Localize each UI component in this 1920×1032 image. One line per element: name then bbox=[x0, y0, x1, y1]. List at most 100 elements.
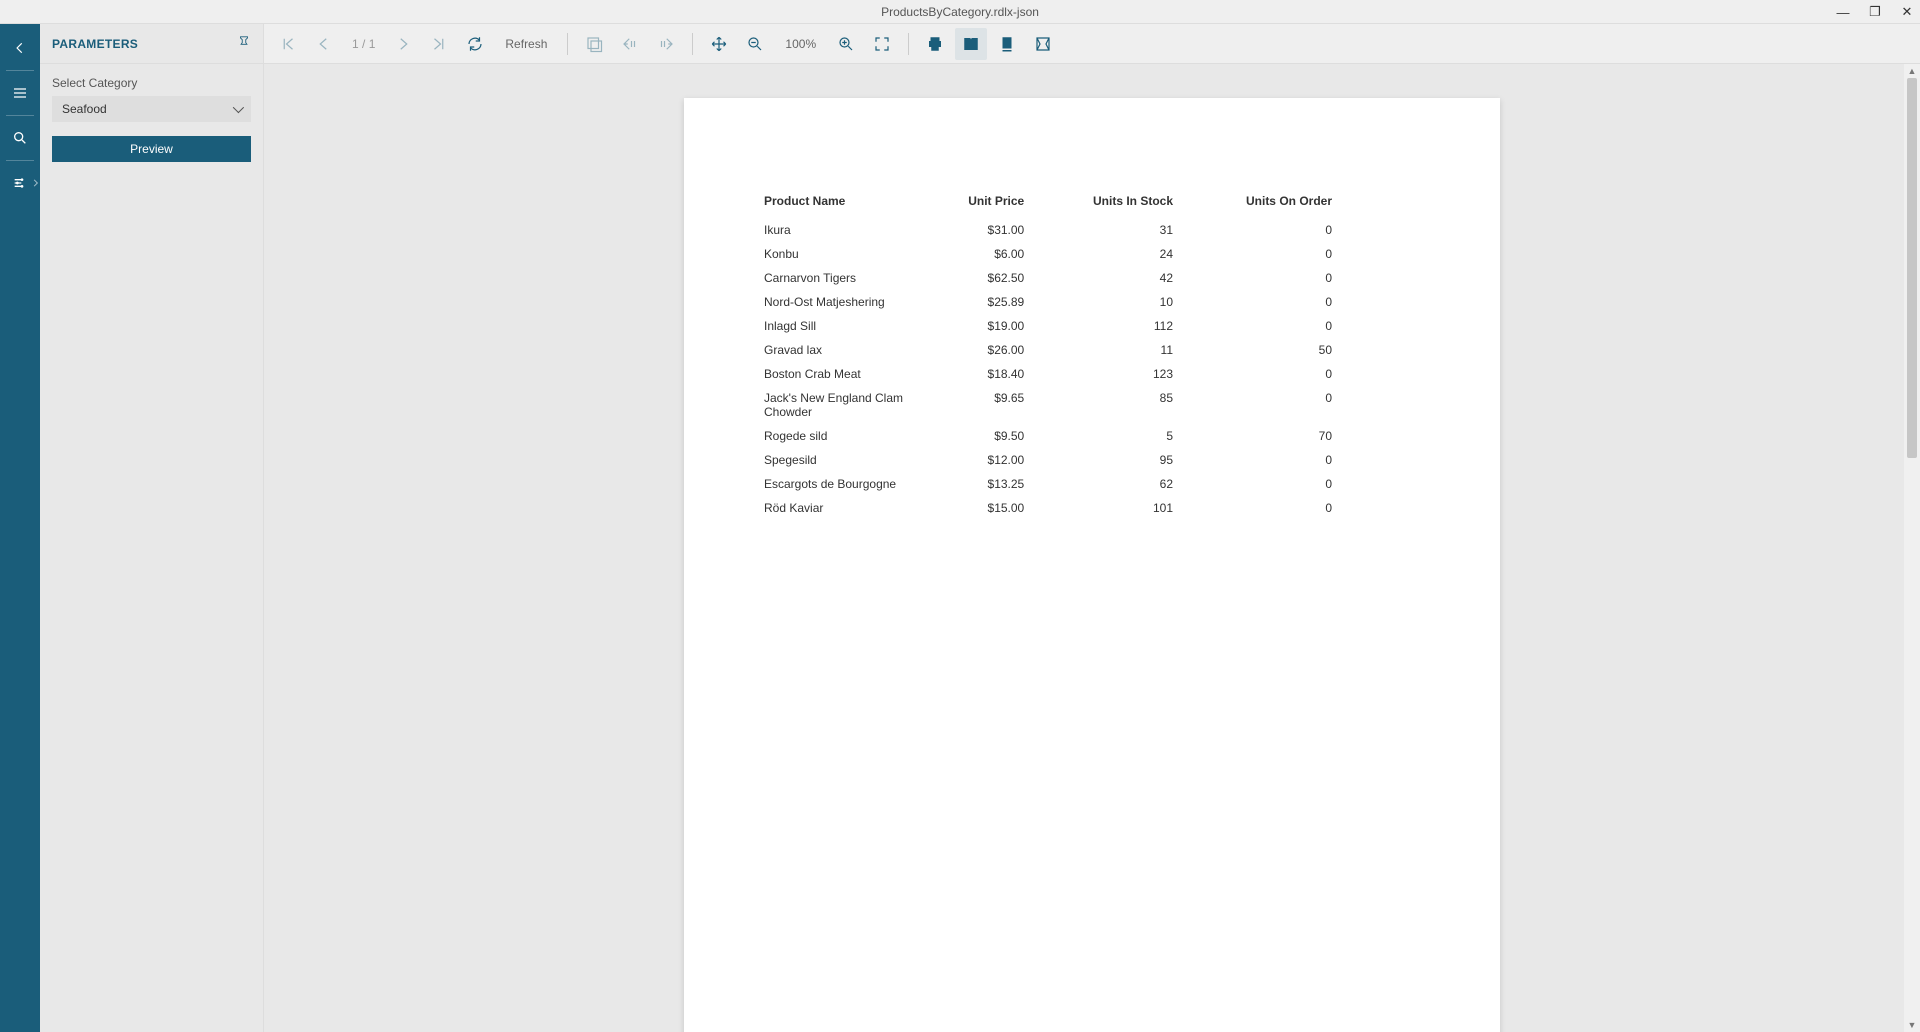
cell-units-on-order: 0 bbox=[1177, 314, 1336, 338]
cell-product-name: Ikura bbox=[760, 218, 920, 242]
cell-units-on-order: 0 bbox=[1177, 290, 1336, 314]
window-title: ProductsByCategory.rdlx-json bbox=[881, 5, 1039, 19]
col-units-on-order: Units On Order bbox=[1177, 188, 1336, 218]
close-button[interactable]: ✕ bbox=[1900, 4, 1914, 20]
cell-units-on-order: 0 bbox=[1177, 266, 1336, 290]
zoom-level: 100% bbox=[775, 37, 826, 51]
table-row: Escargots de Bourgogne$13.25620 bbox=[760, 472, 1336, 496]
cell-units-in-stock: 5 bbox=[1028, 424, 1177, 448]
cell-unit-price: $25.89 bbox=[920, 290, 1028, 314]
cell-product-name: Röd Kaviar bbox=[760, 496, 920, 520]
panel-header: PARAMETERS bbox=[40, 24, 263, 64]
table-row: Spegesild$12.00950 bbox=[760, 448, 1336, 472]
zoom-out-button[interactable] bbox=[739, 28, 771, 60]
table-header-row: Product Name Unit Price Units In Stock U… bbox=[760, 188, 1336, 218]
separator bbox=[567, 33, 568, 55]
fullscreen-button[interactable] bbox=[866, 28, 898, 60]
viewer-toolbar: 1 / 1 Refresh bbox=[264, 24, 1920, 64]
page-indicator: 1 / 1 bbox=[344, 37, 383, 51]
first-page-button[interactable] bbox=[272, 28, 304, 60]
cell-product-name: Carnarvon Tigers bbox=[760, 266, 920, 290]
cell-units-in-stock: 11 bbox=[1028, 338, 1177, 362]
settings-icon[interactable] bbox=[0, 163, 40, 203]
table-row: Jack's New England Clam Chowder$9.65850 bbox=[760, 386, 1336, 424]
parameters-panel: PARAMETERS Select Category Seafood Previ… bbox=[40, 24, 264, 1032]
continuous-view-button[interactable] bbox=[991, 28, 1023, 60]
cell-units-in-stock: 42 bbox=[1028, 266, 1177, 290]
scroll-thumb[interactable] bbox=[1907, 78, 1917, 458]
report-viewer-area[interactable]: Product Name Unit Price Units In Stock U… bbox=[264, 64, 1920, 1032]
col-units-in-stock: Units In Stock bbox=[1028, 188, 1177, 218]
cell-units-in-stock: 10 bbox=[1028, 290, 1177, 314]
cell-product-name: Jack's New England Clam Chowder bbox=[760, 386, 920, 424]
table-row: Ikura$31.00310 bbox=[760, 218, 1336, 242]
cell-units-in-stock: 31 bbox=[1028, 218, 1177, 242]
cell-units-in-stock: 112 bbox=[1028, 314, 1177, 338]
panel-title: PARAMETERS bbox=[52, 37, 138, 51]
print-button[interactable] bbox=[919, 28, 951, 60]
separator bbox=[908, 33, 909, 55]
cell-product-name: Gravad lax bbox=[760, 338, 920, 362]
chevron-down-icon bbox=[233, 102, 244, 113]
cell-units-in-stock: 85 bbox=[1028, 386, 1177, 424]
table-row: Rogede sild$9.50570 bbox=[760, 424, 1336, 448]
cell-units-in-stock: 95 bbox=[1028, 448, 1177, 472]
menu-icon[interactable] bbox=[0, 73, 40, 113]
back-icon[interactable] bbox=[0, 28, 40, 68]
history-forward-button[interactable] bbox=[650, 28, 682, 60]
refresh-label: Refresh bbox=[495, 37, 557, 51]
minimize-button[interactable]: — bbox=[1836, 5, 1850, 20]
maximize-button[interactable]: ❐ bbox=[1868, 4, 1882, 20]
separator bbox=[6, 70, 34, 71]
report-page: Product Name Unit Price Units In Stock U… bbox=[684, 98, 1500, 1032]
table-row: Inlagd Sill$19.001120 bbox=[760, 314, 1336, 338]
pin-icon[interactable] bbox=[237, 35, 251, 52]
cell-product-name: Nord-Ost Matjeshering bbox=[760, 290, 920, 314]
cell-unit-price: $31.00 bbox=[920, 218, 1028, 242]
table-row: Gravad lax$26.001150 bbox=[760, 338, 1336, 362]
separator bbox=[6, 160, 34, 161]
cell-units-on-order: 50 bbox=[1177, 338, 1336, 362]
separator bbox=[6, 115, 34, 116]
cell-unit-price: $6.00 bbox=[920, 242, 1028, 266]
cell-product-name: Boston Crab Meat bbox=[760, 362, 920, 386]
cell-units-on-order: 0 bbox=[1177, 218, 1336, 242]
cell-unit-price: $15.00 bbox=[920, 496, 1028, 520]
col-product-name: Product Name bbox=[760, 188, 920, 218]
separator bbox=[692, 33, 693, 55]
pan-mode-button[interactable] bbox=[703, 28, 735, 60]
galley-view-button[interactable] bbox=[1027, 28, 1059, 60]
preview-button[interactable]: Preview bbox=[52, 136, 251, 162]
search-icon[interactable] bbox=[0, 118, 40, 158]
zoom-in-button[interactable] bbox=[830, 28, 862, 60]
cell-units-on-order: 0 bbox=[1177, 386, 1336, 424]
cell-units-in-stock: 24 bbox=[1028, 242, 1177, 266]
cell-product-name: Spegesild bbox=[760, 448, 920, 472]
category-select[interactable]: Seafood bbox=[52, 96, 251, 122]
category-selected-value: Seafood bbox=[62, 102, 107, 116]
last-page-button[interactable] bbox=[423, 28, 455, 60]
cancel-button[interactable] bbox=[578, 28, 610, 60]
cell-units-on-order: 0 bbox=[1177, 242, 1336, 266]
cell-product-name: Konbu bbox=[760, 242, 920, 266]
cell-units-on-order: 0 bbox=[1177, 362, 1336, 386]
cell-unit-price: $13.25 bbox=[920, 472, 1028, 496]
select-category-label: Select Category bbox=[52, 76, 251, 90]
cell-unit-price: $18.40 bbox=[920, 362, 1028, 386]
history-back-button[interactable] bbox=[614, 28, 646, 60]
cell-product-name: Inlagd Sill bbox=[760, 314, 920, 338]
table-row: Carnarvon Tigers$62.50420 bbox=[760, 266, 1336, 290]
vertical-scrollbar[interactable]: ▲ ▼ bbox=[1904, 64, 1920, 1032]
title-bar: ProductsByCategory.rdlx-json — ❐ ✕ bbox=[0, 0, 1920, 24]
cell-unit-price: $9.65 bbox=[920, 386, 1028, 424]
single-page-view-button[interactable] bbox=[955, 28, 987, 60]
cell-unit-price: $9.50 bbox=[920, 424, 1028, 448]
prev-page-button[interactable] bbox=[308, 28, 340, 60]
table-row: Nord-Ost Matjeshering$25.89100 bbox=[760, 290, 1336, 314]
scroll-down-arrow[interactable]: ▼ bbox=[1904, 1018, 1920, 1032]
table-row: Konbu$6.00240 bbox=[760, 242, 1336, 266]
refresh-icon[interactable] bbox=[459, 28, 491, 60]
scroll-up-arrow[interactable]: ▲ bbox=[1904, 64, 1920, 78]
next-page-button[interactable] bbox=[387, 28, 419, 60]
left-nav bbox=[0, 24, 40, 1032]
